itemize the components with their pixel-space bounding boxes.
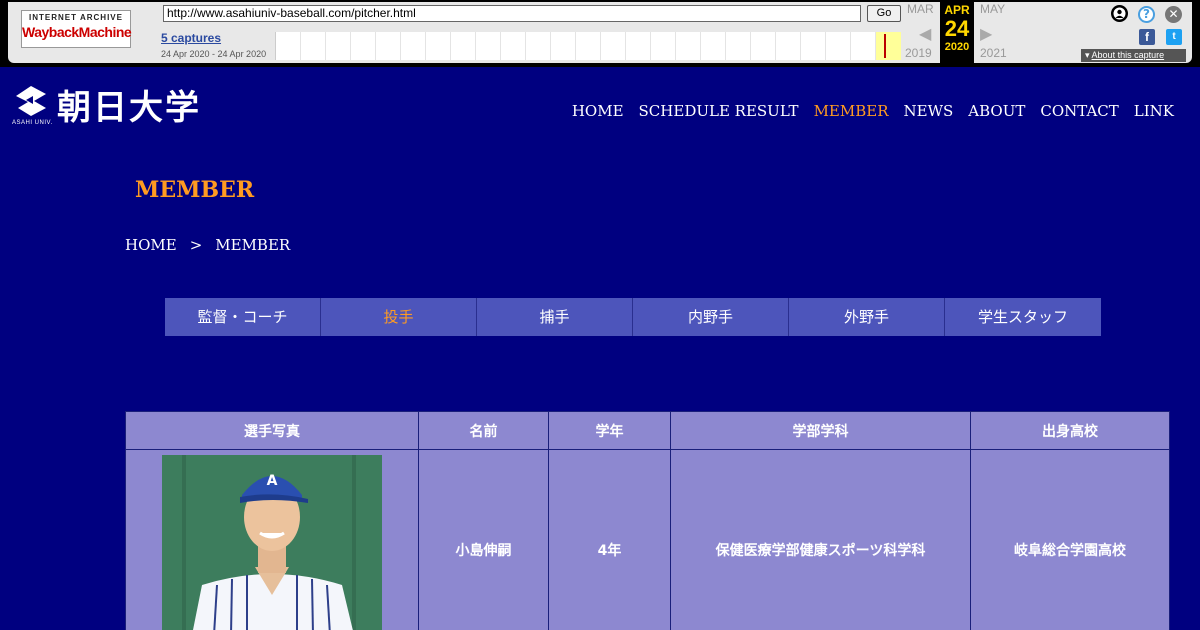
nav-home[interactable]: HOME [572,102,624,120]
sparkline-cell [701,32,726,60]
nav-schedule-result[interactable]: SCHEDULE RESULT [639,102,799,120]
help-icon[interactable]: ? [1138,6,1155,23]
header-grade: 学年 [548,411,671,450]
prev-arrow-icon[interactable]: ◀ [919,24,931,43]
current-capture-date: APR 24 2020 [940,2,974,63]
table-row: A 小島伸嗣 4年 保健医療学部健康スポーツ科学科 岐阜総合学園高校 [125,449,1170,630]
sparkline-cell [676,32,701,60]
header-faculty: 学部学科 [670,411,971,450]
player-school: 岐阜総合学園高校 [970,449,1170,630]
breadcrumb-home[interactable]: HOME [125,236,177,254]
sparkline-cell [751,32,776,60]
sparkline-cell [376,32,401,60]
tab-pitcher[interactable]: 投手 [321,298,477,336]
tab-student-staff[interactable]: 学生スタッフ [945,298,1101,336]
wayback-toolbar: INTERNET ARCHIVE WaybackMachine http://w… [0,0,1200,67]
next-month-label[interactable]: MAY [980,2,1005,16]
user-icon[interactable] [1111,5,1128,22]
sparkline-cell [551,32,576,60]
player-grade: 4年 [548,449,671,630]
go-button[interactable]: Go [867,5,901,22]
about-capture-label: About this capture [1091,50,1165,60]
page-title: MEMBER [135,177,255,203]
sparkline-cell [626,32,651,60]
sparkline-cell [576,32,601,60]
wayback-logo-bottom: WaybackMachine [22,24,132,40]
logo-text: 朝日大学 [57,88,201,128]
sparkline-cell [401,32,426,60]
sparkline-cell [801,32,826,60]
breadcrumb: HOME > MEMBER [125,236,290,254]
sparkline-cell [301,32,326,60]
sparkline-cell [501,32,526,60]
url-input[interactable]: http://www.asahiuniv-baseball.com/pitche… [163,5,861,22]
header-school: 出身高校 [970,411,1170,450]
wayback-toolbar-panel: INTERNET ARCHIVE WaybackMachine http://w… [8,2,1192,63]
nav-contact[interactable]: CONTACT [1040,102,1118,120]
capture-sparkline[interactable] [275,32,901,60]
prev-month-label[interactable]: MAR [907,2,934,16]
svg-text:A: A [267,473,278,489]
breadcrumb-current: MEMBER [215,236,291,254]
prev-year-label[interactable]: 2019 [905,46,932,60]
sparkline-cell [826,32,851,60]
sparkline-cell [776,32,801,60]
roster-table: 選手写真 名前 学年 学部学科 出身高校 A 小島伸嗣 4年 保健医療学部健康ス… [125,411,1170,630]
about-capture-button[interactable]: ▾ About this capture [1081,49,1186,62]
sparkline-capture-mark [884,34,886,58]
current-day: 24 [944,16,970,41]
next-year-label[interactable]: 2021 [980,46,1007,60]
table-header-row: 選手写真 名前 学年 学部学科 出身高校 [125,411,1170,450]
sparkline-cell [851,32,876,60]
asahi-logo-mark-icon [16,86,46,116]
sparkline-cell [351,32,376,60]
logo-subtext: ASAHI UNIV. [12,120,53,126]
sparkline-cell [651,32,676,60]
sparkline-cell [451,32,476,60]
tab-coach[interactable]: 監督・コーチ [165,298,321,336]
tab-catcher[interactable]: 捕手 [477,298,633,336]
site-logo[interactable]: 朝日大学 ASAHI UNIV. [12,80,237,130]
wayback-logo[interactable]: INTERNET ARCHIVE WaybackMachine [21,10,132,48]
player-faculty: 保健医療学部健康スポーツ科学科 [670,449,971,630]
sparkline-current-highlight [876,32,901,60]
capture-date-range: 24 Apr 2020 - 24 Apr 2020 [161,49,267,59]
tab-outfielder[interactable]: 外野手 [789,298,945,336]
next-arrow-icon[interactable]: ▶ [980,24,992,43]
header-name: 名前 [418,411,549,450]
twitter-icon[interactable]: t [1166,29,1182,45]
tab-infielder[interactable]: 内野手 [633,298,789,336]
nav-member[interactable]: MEMBER [814,102,889,120]
sparkline-cell [526,32,551,60]
sparkline-cell [726,32,751,60]
sparkline-cell [476,32,501,60]
header-photo: 選手写真 [125,411,419,450]
nav-about[interactable]: ABOUT [968,102,1025,120]
captures-link[interactable]: 5 captures [161,31,221,45]
sparkline-cell [276,32,301,60]
position-tabs: 監督・コーチ 投手 捕手 内野手 外野手 学生スタッフ [165,298,1101,336]
nav-link[interactable]: LINK [1134,102,1174,120]
breadcrumb-separator: > [189,236,203,254]
sparkline-cell [326,32,351,60]
nav-news[interactable]: NEWS [904,102,954,120]
chevron-down-icon: ▾ [1085,50,1090,60]
close-icon[interactable]: ✕ [1165,6,1182,23]
current-month: APR [944,3,970,17]
wayback-logo-top: INTERNET ARCHIVE [29,13,123,22]
current-year: 2020 [944,41,970,53]
main-nav: HOME SCHEDULE RESULT MEMBER NEWS ABOUT C… [572,102,1174,120]
player-photo-cell: A [125,449,419,630]
player-photo: A [162,454,382,630]
sparkline-cell [426,32,451,60]
sparkline-cell [601,32,626,60]
facebook-icon[interactable]: f [1139,29,1155,45]
player-name: 小島伸嗣 [418,449,549,630]
